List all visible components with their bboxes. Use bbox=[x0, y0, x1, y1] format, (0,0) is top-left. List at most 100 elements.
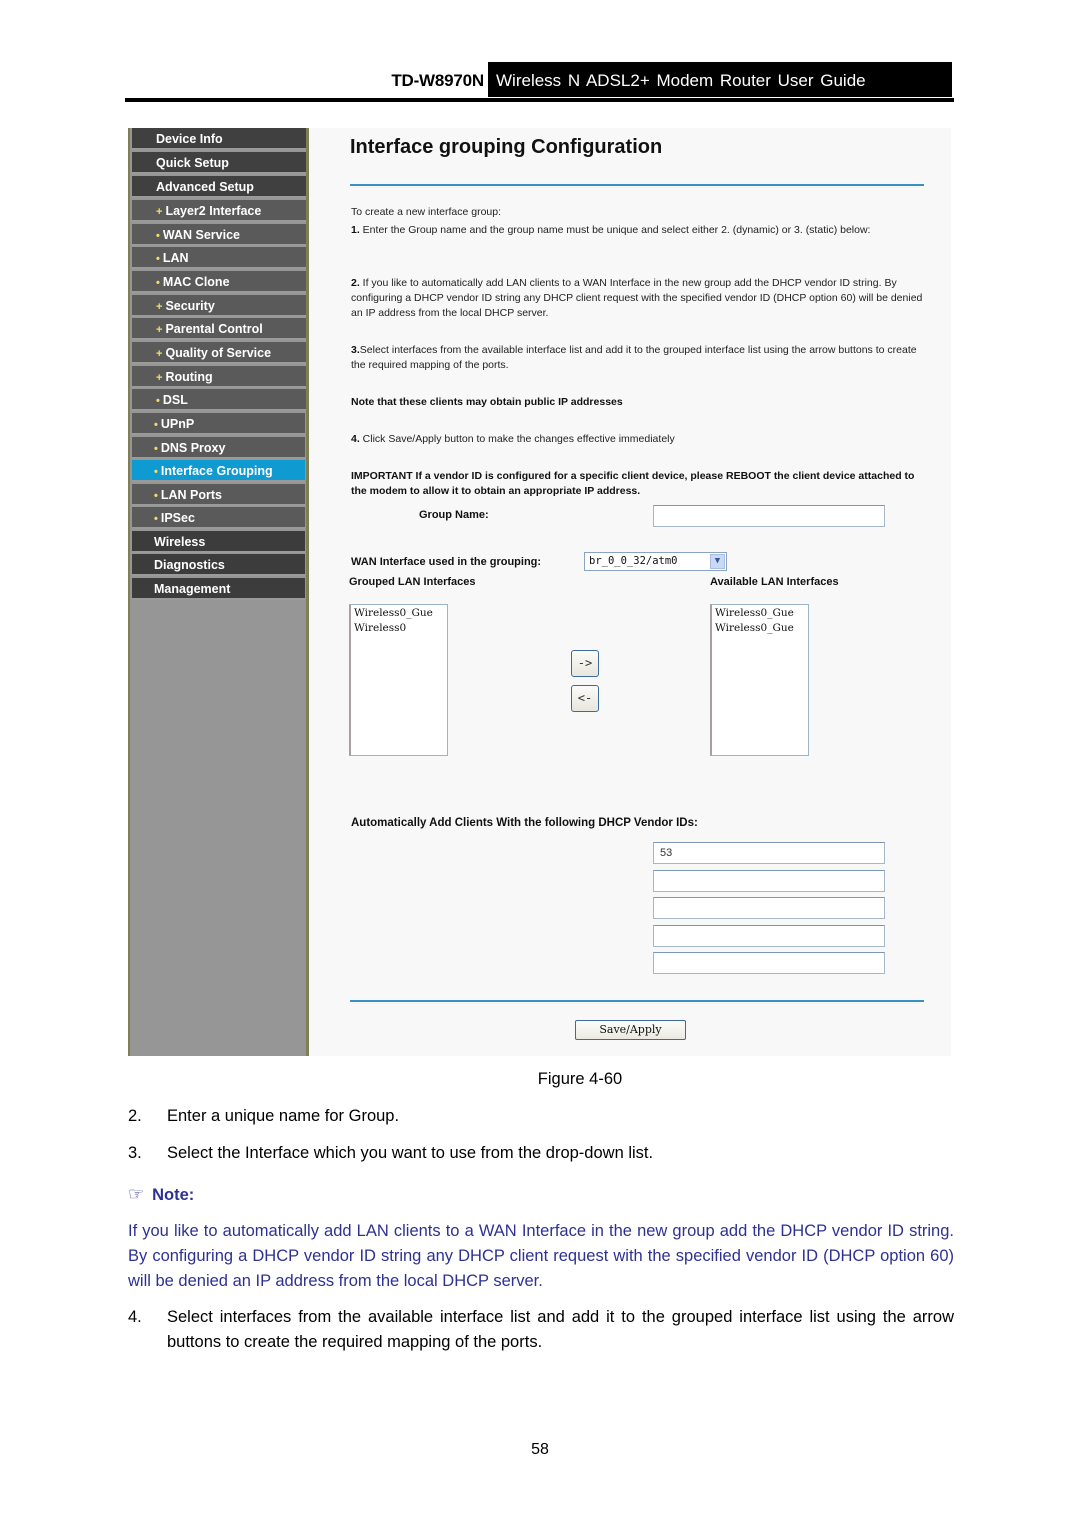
pointing-hand-icon: ☞ bbox=[128, 1184, 145, 1204]
available-lan-label: Available LAN Interfaces bbox=[710, 576, 839, 588]
list-item[interactable]: Wireless0 bbox=[354, 621, 444, 636]
figure-caption: Figure 4-60 bbox=[537, 1070, 623, 1088]
sidebar-item-label: Quality of Service bbox=[165, 346, 272, 360]
sidebar-item-label: Quick Setup bbox=[156, 156, 229, 170]
sidebar-item-quality-of-service[interactable]: + Quality of Service bbox=[132, 342, 308, 364]
step1-text: 1. Enter the Group name and the group na… bbox=[351, 223, 931, 238]
vendor-id-input-2[interactable] bbox=[653, 870, 885, 892]
bullet-icon: • bbox=[154, 490, 158, 502]
sidebar-item-lan[interactable]: • LAN bbox=[132, 247, 308, 269]
sidebar-item-device-info[interactable]: Device Info bbox=[132, 128, 308, 150]
available-lan-list[interactable]: Wireless0_Gue Wireless0_Gue bbox=[710, 604, 809, 756]
sidebar: Device Info Quick Setup Advanced Setup +… bbox=[128, 128, 308, 1056]
sidebar-item-wan-service[interactable]: • WAN Service bbox=[132, 224, 308, 246]
sidebar-item-label: Interface Grouping bbox=[160, 464, 273, 478]
group-name-label: Group Name: bbox=[419, 509, 489, 521]
sidebar-item-parental-control[interactable]: + Parental Control bbox=[132, 318, 308, 340]
doc-step-4: 4. Select interfaces from the available … bbox=[128, 1305, 954, 1357]
sidebar-item-label: Management bbox=[154, 582, 231, 596]
document-header: TD-W8970N Wireless N ADSL2+ Modem Router… bbox=[125, 60, 954, 102]
sidebar-item-label: Diagnostics bbox=[154, 558, 225, 572]
vendor-id-input-5[interactable] bbox=[653, 952, 885, 974]
sidebar-item-label: LAN Ports bbox=[160, 488, 222, 502]
intro-text: To create a new interface group: bbox=[351, 206, 502, 218]
step-text: Select the Interface which you want to u… bbox=[167, 1144, 654, 1162]
bullet-icon: • bbox=[156, 230, 160, 242]
wan-interface-label: WAN Interface used in the grouping: bbox=[351, 556, 542, 568]
sidebar-item-security[interactable]: + Security bbox=[132, 295, 308, 317]
sidebar-divider bbox=[306, 128, 309, 1056]
sidebar-item-dns-proxy[interactable]: • DNS Proxy bbox=[132, 437, 305, 459]
bullet-icon: • bbox=[156, 253, 160, 265]
sidebar-item-label: DNS Proxy bbox=[160, 441, 226, 455]
sidebar-item-management[interactable]: Management bbox=[132, 578, 305, 600]
bullet-icon: • bbox=[154, 466, 158, 478]
chevron-down-icon[interactable]: ▼ bbox=[710, 554, 725, 569]
sidebar-item-upnp[interactable]: • UPnP bbox=[132, 413, 305, 435]
sidebar-item-diagnostics[interactable]: Diagnostics bbox=[132, 554, 305, 576]
sidebar-item-mac-clone[interactable]: • MAC Clone bbox=[132, 271, 308, 293]
list-item[interactable]: Wireless0_Gue bbox=[715, 606, 805, 621]
step2-text: 2. If you like to automatically add LAN … bbox=[351, 276, 931, 321]
vendor-id-input-1[interactable]: 53 bbox=[653, 842, 885, 864]
bullet-icon: • bbox=[156, 395, 160, 407]
sidebar-item-label: DSL bbox=[162, 393, 188, 407]
grouped-lan-list[interactable]: Wireless0_Gue Wireless0 bbox=[349, 604, 448, 756]
remove-from-group-button[interactable]: <- bbox=[571, 685, 599, 712]
list-item[interactable]: Wireless0_Gue bbox=[715, 621, 805, 636]
plus-icon: + bbox=[156, 206, 163, 218]
vendor-ids-label: Automatically Add Clients With the follo… bbox=[351, 817, 698, 829]
list-item[interactable]: Wireless0_Gue bbox=[354, 606, 444, 621]
bottom-divider bbox=[350, 1000, 924, 1002]
bullet-icon: • bbox=[154, 513, 158, 525]
sidebar-item-label: MAC Clone bbox=[162, 275, 230, 289]
step1-body: Enter the Group name and the group name … bbox=[359, 224, 871, 236]
step1-number: 1. bbox=[351, 224, 360, 236]
step3-text: 3.Select interfaces from the available i… bbox=[351, 343, 931, 373]
wan-interface-selected: br_0_0_32/atm0 bbox=[589, 555, 678, 567]
step-number: 3. bbox=[128, 1144, 142, 1162]
note-heading: ☞ Note: bbox=[128, 1184, 194, 1205]
plus-icon: + bbox=[156, 301, 163, 313]
group-name-input[interactable] bbox=[653, 505, 885, 527]
sidebar-item-label: Wireless bbox=[154, 535, 206, 549]
sidebar-item-quick-setup[interactable]: Quick Setup bbox=[132, 152, 308, 174]
guide-title: Wireless N ADSL2+ Modem Router User Guid… bbox=[488, 62, 952, 97]
sidebar-item-advanced-setup[interactable]: Advanced Setup bbox=[132, 176, 308, 198]
top-divider bbox=[350, 184, 924, 186]
step-number: 4. bbox=[128, 1308, 142, 1326]
sidebar-item-wireless[interactable]: Wireless bbox=[132, 531, 305, 553]
model-name: TD-W8970N bbox=[391, 71, 484, 90]
page-title: Interface grouping Configuration bbox=[350, 136, 663, 158]
sidebar-item-label: Advanced Setup bbox=[156, 180, 254, 194]
vendor-id-input-3[interactable] bbox=[653, 897, 885, 919]
step3-body: Select interfaces from the available int… bbox=[351, 344, 917, 371]
sidebar-menu: Device Info Quick Setup Advanced Setup +… bbox=[130, 128, 308, 600]
sidebar-item-label: Layer2 Interface bbox=[165, 204, 262, 218]
step-text: Select interfaces from the available int… bbox=[167, 1308, 954, 1351]
wan-interface-select[interactable]: br_0_0_32/atm0 ▼ bbox=[584, 552, 727, 571]
grouped-lan-label: Grouped LAN Interfaces bbox=[349, 576, 476, 588]
step2-body: If you like to automatically add LAN cli… bbox=[351, 277, 923, 319]
sidebar-item-layer2-interface[interactable]: + Layer2 Interface bbox=[132, 200, 308, 222]
add-to-group-button[interactable]: -> bbox=[571, 650, 599, 677]
sidebar-item-dsl[interactable]: • DSL bbox=[132, 389, 308, 411]
vendor-id-input-4[interactable] bbox=[653, 925, 885, 947]
sidebar-item-label: UPnP bbox=[160, 417, 195, 431]
note-body: If you like to automatically add LAN cli… bbox=[128, 1222, 954, 1290]
public-ip-note: Note that these clients may obtain publi… bbox=[351, 396, 623, 408]
sidebar-item-label: WAN Service bbox=[162, 228, 240, 242]
sidebar-item-lan-ports[interactable]: • LAN Ports bbox=[132, 484, 305, 506]
step-text: Enter a unique name for Group. bbox=[167, 1107, 400, 1125]
sidebar-item-ipsec[interactable]: • IPSec bbox=[132, 507, 305, 529]
sidebar-item-routing[interactable]: + Routing bbox=[132, 366, 308, 388]
step3-number: 3. bbox=[351, 344, 360, 356]
sidebar-item-label: Routing bbox=[165, 370, 213, 384]
sidebar-item-interface-grouping[interactable]: • Interface Grouping bbox=[132, 460, 305, 482]
plus-icon: + bbox=[156, 372, 163, 384]
save-apply-button[interactable]: Save/Apply bbox=[575, 1020, 686, 1040]
step4-body: Click Save/Apply button to make the chan… bbox=[359, 433, 675, 445]
sidebar-item-label: LAN bbox=[162, 251, 189, 265]
page-number: 58 bbox=[531, 1441, 549, 1458]
sidebar-item-label: IPSec bbox=[160, 511, 195, 525]
